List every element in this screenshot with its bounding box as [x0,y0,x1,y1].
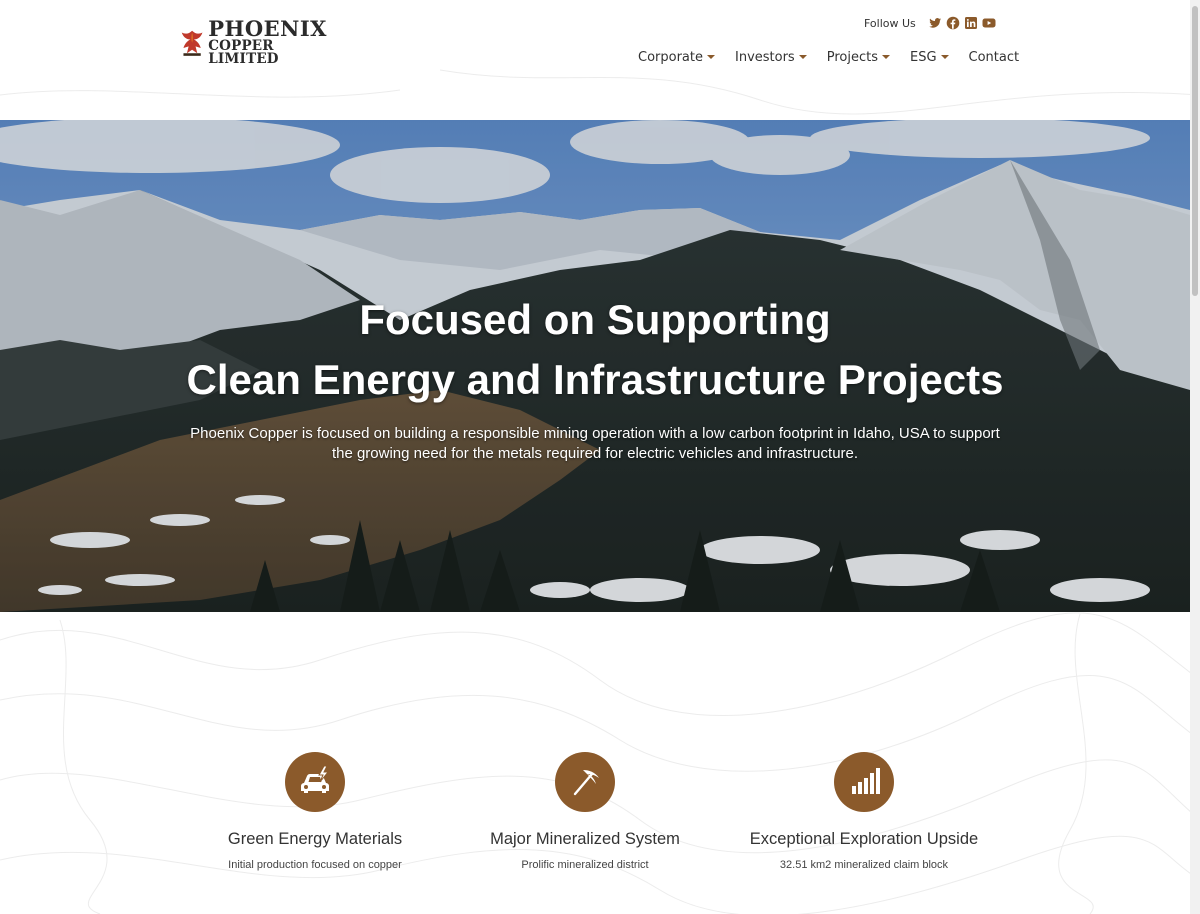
youtube-icon[interactable] [982,16,996,30]
electric-car-icon [301,765,330,793]
page-scrollbar[interactable] [1190,0,1200,914]
feature-green-energy: Green Energy Materials Initial productio… [185,752,445,871]
twitter-icon[interactable] [928,16,942,30]
nav-corporate-label: Corporate [638,49,703,65]
nav-contact-label: Contact [968,49,1020,65]
nav-investors[interactable]: Investors [735,50,807,65]
nav-corporate[interactable]: Corporate [638,50,715,65]
nav-esg-label: ESG [909,49,937,65]
scrollbar-thumb[interactable] [1192,6,1198,296]
feature-description: 32.51 km2 mineralized claim block [779,859,949,871]
follow-us: Follow Us [864,14,996,32]
caret-down-icon [798,55,807,59]
logo-text-phoenix: PHOENIX [208,15,327,41]
caret-down-icon [707,55,715,59]
social-links [928,16,996,30]
feature-mineralized-system: Major Mineralized System Prolific minera… [455,752,715,871]
hero-title-line2: Clean Energy and Infrastructure Projects [186,356,1004,403]
hero-subtitle: Phoenix Copper is focused on building a … [190,425,1000,462]
feature-exploration-upside: Exceptional Exploration Upside 32.51 km2… [734,752,994,871]
logo-text-copper-limited: COPPER LIMITED [208,37,279,67]
feature-description: Prolific mineralized district [521,859,649,871]
company-logo[interactable]: PHOENIX COPPER LIMITED [180,18,330,66]
facebook-icon[interactable] [946,16,960,30]
follow-us-label: Follow Us [864,16,916,30]
nav-esg[interactable]: ESG [910,50,949,65]
hero-banner: Focused on Supporting Clean Energy and I… [0,120,1190,612]
phoenix-bird-icon [181,30,203,56]
nav-projects[interactable]: Projects [827,50,890,65]
hero-title: Focused on Supporting Clean Energy and I… [0,290,1190,410]
feature-description: Initial production focused on copper [228,859,402,871]
feature-title: Exceptional Exploration Upside [749,830,979,848]
nav-investors-label: Investors [735,49,795,65]
site-header: PHOENIX COPPER LIMITED Follow Us Corpora… [0,0,1200,120]
feature-icon-circle [285,752,345,812]
caret-down-icon [940,55,949,59]
feature-icon-circle [555,752,615,812]
hero-title-line1: Focused on Supporting [359,296,831,343]
nav-projects-label: Projects [826,49,878,65]
feature-title: Green Energy Materials [227,830,403,848]
main-nav: Corporate Investors Projects ESG Contact [638,47,1019,67]
nav-contact[interactable]: Contact [969,50,1020,65]
bar-chart-icon [852,768,880,794]
linkedin-icon[interactable] [964,16,978,30]
feature-icon-circle [834,752,894,812]
caret-down-icon [881,55,890,59]
feature-title: Major Mineralized System [490,830,680,848]
pickaxe-icon [573,770,599,796]
